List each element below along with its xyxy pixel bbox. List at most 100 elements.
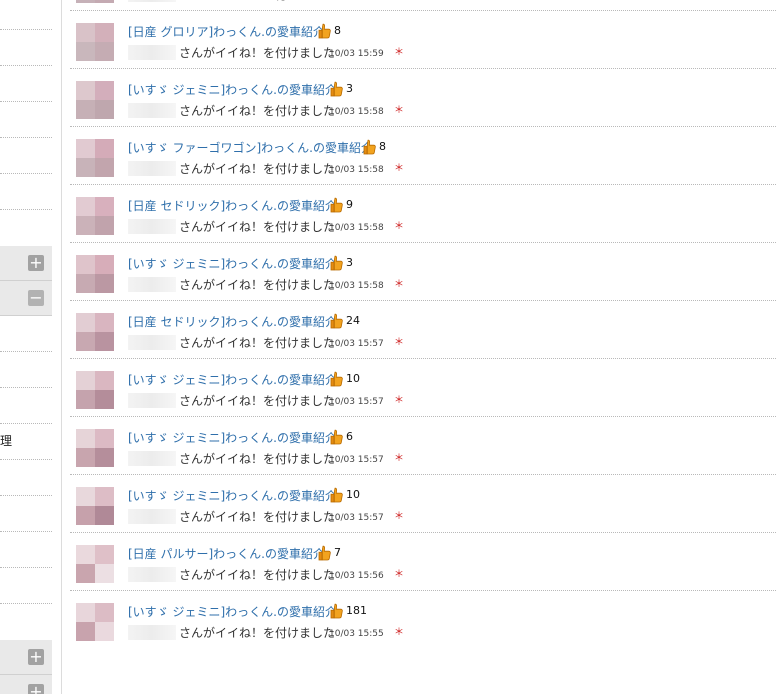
avatar-pixel — [76, 448, 95, 467]
activity-text: さんがイイね！を付けました — [179, 162, 336, 176]
sidebar-section-header[interactable]: + — [0, 246, 52, 281]
item-title-link[interactable]: [日産 セドリック]わっくん.の愛車紹介 — [128, 198, 337, 214]
avatar-pixel — [95, 216, 114, 235]
item-title-link[interactable]: [いすゞ ジェミニ]わっくん.の愛車紹介 — [128, 604, 337, 620]
avatar[interactable] — [76, 0, 114, 3]
user-name-redacted[interactable] — [128, 219, 176, 234]
plus-icon[interactable]: + — [28, 684, 44, 694]
timestamp: 10/03 15:57 — [329, 397, 384, 407]
user-name-redacted[interactable] — [128, 277, 176, 292]
sidebar-divider — [0, 29, 52, 30]
avatar-pixel — [76, 216, 95, 235]
avatar[interactable] — [76, 197, 114, 235]
avatar[interactable] — [76, 603, 114, 641]
like-count: 3 — [346, 256, 353, 269]
row-divider — [70, 474, 776, 475]
avatar-pixel — [76, 255, 95, 274]
avatar-pixel — [76, 429, 95, 448]
thumbs-up-icon — [330, 487, 344, 503]
item-title-link[interactable]: [いすゞ ジェミニ]わっくん.の愛車紹介 — [128, 82, 337, 98]
list-item: [いすゞ ジェミニ]わっくん.の愛車紹介 181 さんがイイね！を付けました 10/0… — [62, 590, 776, 648]
new-indicator: ＊ — [394, 47, 404, 58]
row-divider — [70, 68, 776, 69]
list-item: [いすゞ ジェミニ]わっくん.の愛車紹介 10 さんがイイね！を付けました 10/03… — [62, 474, 776, 532]
user-name-redacted[interactable] — [128, 625, 176, 640]
avatar-pixel — [95, 564, 114, 583]
sidebar-section-header[interactable]: + — [0, 675, 52, 694]
avatar-pixel — [76, 81, 95, 100]
sidebar-item-label[interactable]: 理 — [0, 432, 12, 449]
avatar[interactable] — [76, 429, 114, 467]
row-divider — [70, 184, 776, 185]
avatar-pixel — [95, 255, 114, 274]
like-count: 6 — [346, 430, 353, 443]
sidebar-divider — [0, 423, 52, 424]
avatar[interactable] — [76, 139, 114, 177]
avatar[interactable] — [76, 81, 114, 119]
avatar[interactable] — [76, 23, 114, 61]
list-item: [いすゞ ジェミニ]わっくん.の愛車紹介 3 さんがイイね！を付けました 10/03 … — [62, 68, 776, 126]
thumbs-up-icon — [363, 139, 377, 155]
new-indicator: ＊ — [394, 221, 404, 232]
sidebar-section-header[interactable]: − — [0, 281, 52, 316]
new-indicator: ＊ — [394, 279, 404, 290]
sidebar: + − 理 + + — [0, 0, 52, 694]
item-title-link[interactable]: [いすゞ ジェミニ]わっくん.の愛車紹介 — [128, 372, 337, 388]
avatar-pixel — [95, 332, 114, 351]
sidebar-section-header[interactable]: + — [0, 640, 52, 675]
item-title-link[interactable]: [日産 パルサー]わっくん.の愛車紹介 — [128, 546, 325, 562]
avatar-pixel — [95, 390, 114, 409]
item-title-link[interactable]: [いすゞ ジェミニ]わっくん.の愛車紹介 — [128, 256, 337, 272]
plus-icon[interactable]: + — [28, 649, 44, 665]
sidebar-divider — [0, 137, 52, 138]
timestamp: 10/03 15:56 — [329, 571, 384, 581]
avatar[interactable] — [76, 487, 114, 525]
timestamp: 10/03 15:59 — [329, 0, 384, 2]
item-title-link[interactable]: [いすゞ ファーゴワゴン]わっくん.の愛車紹介 — [128, 140, 373, 156]
sidebar-divider — [0, 209, 52, 210]
like-count: 9 — [346, 198, 353, 211]
thumbs-up-icon — [330, 197, 344, 213]
item-title-link[interactable]: [いすゞ ジェミニ]わっくん.の愛車紹介 — [128, 430, 337, 446]
avatar[interactable] — [76, 371, 114, 409]
thumbs-up-icon — [330, 255, 344, 271]
thumbs-up-icon — [330, 603, 344, 619]
avatar[interactable] — [76, 313, 114, 351]
like-count: 10 — [346, 372, 360, 385]
plus-icon[interactable]: + — [28, 255, 44, 271]
minus-icon[interactable]: − — [28, 290, 44, 306]
user-name-redacted[interactable] — [128, 393, 176, 408]
user-name-redacted[interactable] — [128, 103, 176, 118]
user-name-redacted[interactable] — [128, 567, 176, 582]
user-name-redacted[interactable] — [128, 161, 176, 176]
timestamp: 10/03 15:55 — [329, 629, 384, 639]
sidebar-divider — [0, 603, 52, 604]
user-name-redacted[interactable] — [128, 335, 176, 350]
list-item: [いすゞ ファーゴワゴン]わっくん.の愛車紹介 8 さんがイイね！を付けました 10/… — [62, 126, 776, 184]
activity-text: さんがイイね！を付けました — [179, 278, 336, 292]
user-name-redacted[interactable] — [128, 45, 176, 60]
item-title-link[interactable]: [いすゞ ジェミニ]わっくん.の愛車紹介 — [128, 488, 337, 504]
like-count: 7 — [334, 546, 341, 559]
avatar-pixel — [76, 158, 95, 177]
user-name-redacted[interactable] — [128, 509, 176, 524]
user-name-redacted[interactable] — [128, 451, 176, 466]
avatar-pixel — [95, 429, 114, 448]
activity-text: さんがイイね！を付けました — [179, 0, 335, 3]
like-count: 8 — [334, 24, 341, 37]
sidebar-divider — [0, 173, 52, 174]
thumbs-up-icon — [318, 23, 332, 39]
user-name-redacted[interactable] — [128, 0, 176, 2]
item-title-link[interactable]: [日産 セドリック]わっくん.の愛車紹介 — [128, 314, 337, 330]
sidebar-divider — [0, 495, 52, 496]
activity-text: さんがイイね！を付けました — [179, 104, 336, 118]
avatar-pixel — [76, 313, 95, 332]
item-title-link[interactable]: [日産 グロリア]わっくん.の愛車紹介 — [128, 24, 325, 40]
activity-text: さんがイイね！を付けました — [179, 220, 336, 234]
avatar[interactable] — [76, 545, 114, 583]
activity-text: さんがイイね！を付けました — [179, 46, 336, 60]
new-indicator: ＊ — [394, 163, 404, 174]
avatar-pixel — [76, 332, 95, 351]
like-count: 10 — [346, 488, 360, 501]
avatar[interactable] — [76, 255, 114, 293]
